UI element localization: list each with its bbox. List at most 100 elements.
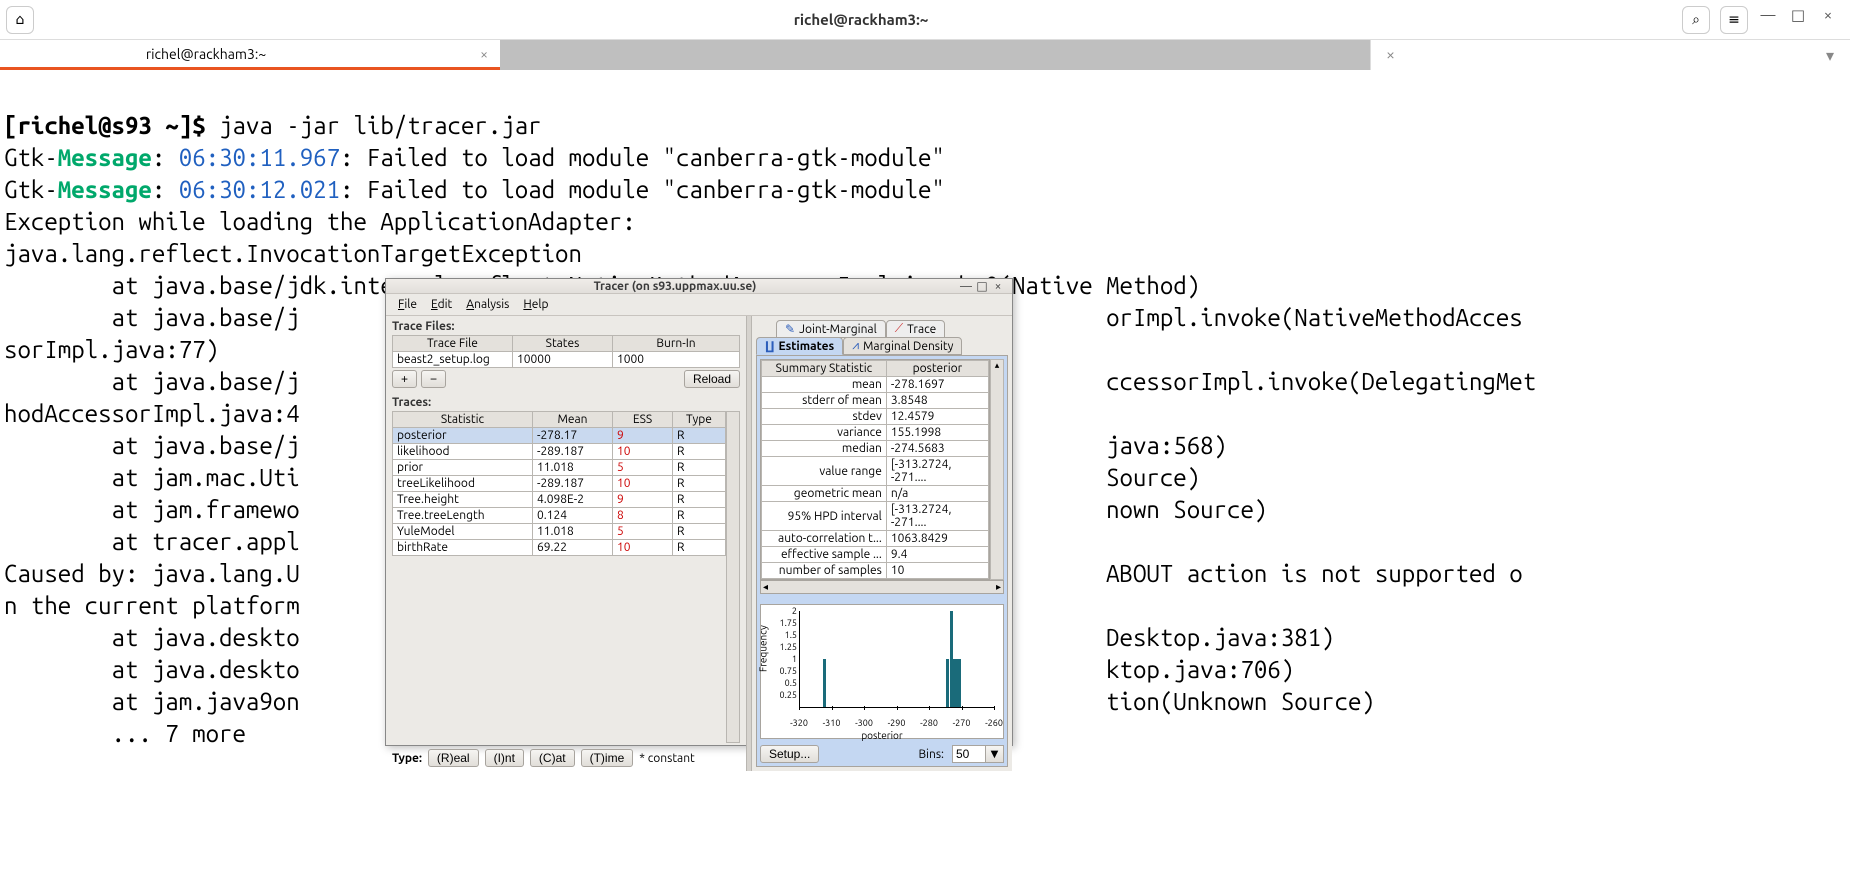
th-ess[interactable]: ESS	[613, 412, 673, 428]
scrollbar-vertical[interactable]: ▴	[990, 359, 1004, 580]
table-row[interactable]: value range[-313.2724, -271....	[762, 457, 989, 486]
menu-help[interactable]: Help	[517, 296, 554, 313]
tracer-menubar: File Edit Analysis Help	[386, 294, 1012, 315]
minimize-button[interactable]: —	[958, 280, 974, 293]
window-titlebar: ⌂ richel@rackham3:~ ⌕ ≡ — □ ×	[0, 0, 1850, 40]
chart-bar	[823, 659, 826, 707]
remove-file-button[interactable]: −	[421, 370, 446, 388]
close-icon[interactable]: ×	[480, 46, 488, 62]
prompt: [richel@s93 ~]$	[4, 112, 219, 139]
tracer-left-panel: Trace Files: Trace File States Burn-In b…	[386, 316, 746, 771]
table-row[interactable]: mean-278.1697	[762, 377, 989, 393]
scrollbar-vertical[interactable]	[726, 411, 740, 743]
table-row[interactable]: posterior-278.179R	[393, 428, 726, 444]
stack-line: nown Source)	[1106, 496, 1267, 523]
maximize-button[interactable]: □	[1788, 6, 1808, 34]
table-row[interactable]: 95% HPD interval[-313.2724, -271....	[762, 502, 989, 531]
bins-combo[interactable]: ▼	[952, 745, 1004, 763]
table-row[interactable]: beast2_setup.log 10000 1000	[393, 352, 740, 368]
stack-line: Desktop.java:381)	[1106, 624, 1334, 651]
add-file-button[interactable]: +	[392, 370, 417, 388]
th-file[interactable]: Trace File	[393, 336, 513, 352]
tracer-title: Tracer (on s93.uppmax.uu.se)	[392, 280, 958, 293]
table-row[interactable]: number of samples10	[762, 563, 989, 579]
stack-line: sorImpl.java:77)	[4, 336, 219, 363]
th-burnin[interactable]: Burn-In	[613, 336, 740, 352]
table-row[interactable]: Tree.treeLength0.1248R	[393, 508, 726, 524]
terminal-tab[interactable]: richel@rackham3:~ ×	[0, 40, 500, 70]
th-summary[interactable]: Summary Statistic	[762, 361, 887, 377]
th-type[interactable]: Type	[673, 412, 726, 428]
stack-line: java:568)	[1106, 432, 1227, 459]
scrollbar-horizontal[interactable]: ◂▸	[760, 580, 1004, 594]
tab-label: Trace	[907, 323, 936, 336]
chevron-down-icon[interactable]: ▼	[986, 745, 1004, 763]
tab-marginal-density[interactable]: ⩘Marginal Density	[843, 337, 962, 355]
sep: :	[152, 144, 179, 171]
hamburger-icon[interactable]: ≡	[1720, 6, 1748, 34]
tab-trace[interactable]: ⟋Trace	[886, 320, 946, 338]
tab-label: Marginal Density	[863, 340, 953, 353]
stack-more: ... 7 more	[4, 720, 246, 747]
close-button[interactable]: ×	[1818, 6, 1838, 34]
type-cat-button[interactable]: (C)at	[530, 749, 575, 767]
cell-burnin[interactable]: 1000	[613, 352, 740, 368]
caused-by-line: Caused by: java.lang.U	[4, 560, 300, 587]
type-int-button[interactable]: (I)nt	[485, 749, 524, 767]
close-button[interactable]: ×	[990, 280, 1006, 293]
bins-input[interactable]	[952, 745, 986, 763]
tracer-right-panel: ✎Joint-Marginal ⟋Trace ∐Estimates ⩘Margi…	[752, 316, 1012, 771]
menu-edit[interactable]: Edit	[425, 296, 458, 313]
gtk-tail: : Failed to load module "canberra-gtk-mo…	[340, 144, 945, 171]
minimize-button[interactable]: —	[1758, 6, 1778, 34]
table-row[interactable]: geometric meann/a	[762, 486, 989, 502]
table-row[interactable]: variance155.1998	[762, 425, 989, 441]
table-row[interactable]: YuleModel11.0185R	[393, 524, 726, 540]
type-time-button[interactable]: (T)ime	[581, 749, 634, 767]
table-row[interactable]: median-274.5683	[762, 441, 989, 457]
stack-line: at java.deskto	[4, 624, 300, 651]
exception-class: java.lang.reflect.InvocationTargetExcept…	[4, 240, 582, 267]
gtk-tail: : Failed to load module "canberra-gtk-mo…	[340, 176, 945, 203]
table-row[interactable]: Tree.height4.098E-29R	[393, 492, 726, 508]
table-row[interactable]: effective sample ...9.4	[762, 547, 989, 563]
traces-table: Statistic Mean ESS Type posterior-278.17…	[392, 411, 726, 556]
th-states[interactable]: States	[513, 336, 613, 352]
menu-analysis[interactable]: Analysis	[460, 296, 515, 313]
trace-files-table: Trace File States Burn-In beast2_setup.l…	[392, 335, 740, 368]
th-posterior[interactable]: posterior	[886, 361, 988, 377]
table-row[interactable]: birthRate69.2210R	[393, 540, 726, 556]
activities-icon[interactable]: ⌂	[6, 6, 34, 34]
stack-line: at java.base/j	[4, 432, 300, 459]
stack-line: tion(Unknown Source)	[1106, 688, 1375, 715]
search-icon[interactable]: ⌕	[1682, 6, 1710, 34]
table-row[interactable]: prior11.0185R	[393, 460, 726, 476]
stack-line: at jam.framewo	[4, 496, 300, 523]
table-row[interactable]: stdev12.4579	[762, 409, 989, 425]
table-row[interactable]: auto-correlation t...1063.8429	[762, 531, 989, 547]
setup-button[interactable]: Setup...	[760, 745, 819, 763]
menu-file[interactable]: File	[392, 296, 423, 313]
th-mean[interactable]: Mean	[533, 412, 613, 428]
type-real-button[interactable]: (R)eal	[428, 749, 479, 767]
caused-by-line: n the current platform	[4, 592, 300, 619]
reload-button[interactable]: Reload	[684, 370, 740, 388]
stack-line: at jam.java9on	[4, 688, 300, 715]
table-row[interactable]: stderr of mean3.8548	[762, 393, 989, 409]
tracer-titlebar[interactable]: Tracer (on s93.uppmax.uu.se) — □ ×	[386, 279, 1012, 294]
tab-joint-marginal[interactable]: ✎Joint-Marginal	[776, 320, 886, 338]
tab-estimates[interactable]: ∐Estimates	[756, 337, 843, 355]
stack-line: ktop.java:706)	[1106, 656, 1294, 683]
th-statistic[interactable]: Statistic	[393, 412, 533, 428]
table-row[interactable]: likelihood-289.18710R	[393, 444, 726, 460]
gtk-message: Message	[58, 176, 152, 203]
table-row[interactable]: treeLikelihood-289.18710R	[393, 476, 726, 492]
tab-add-button[interactable]: ×	[1370, 40, 1410, 70]
tab-title: richel@rackham3:~	[12, 46, 400, 62]
maximize-button[interactable]: □	[974, 279, 990, 293]
cell-states[interactable]: 10000	[513, 352, 613, 368]
summary-stat-table: Summary Statistic posterior mean-278.169…	[760, 359, 990, 580]
tab-menu-button[interactable]: ▾	[1810, 40, 1850, 70]
exception-line: Exception while loading the ApplicationA…	[4, 208, 636, 235]
timestamp: 06:30:12.021	[179, 176, 340, 203]
